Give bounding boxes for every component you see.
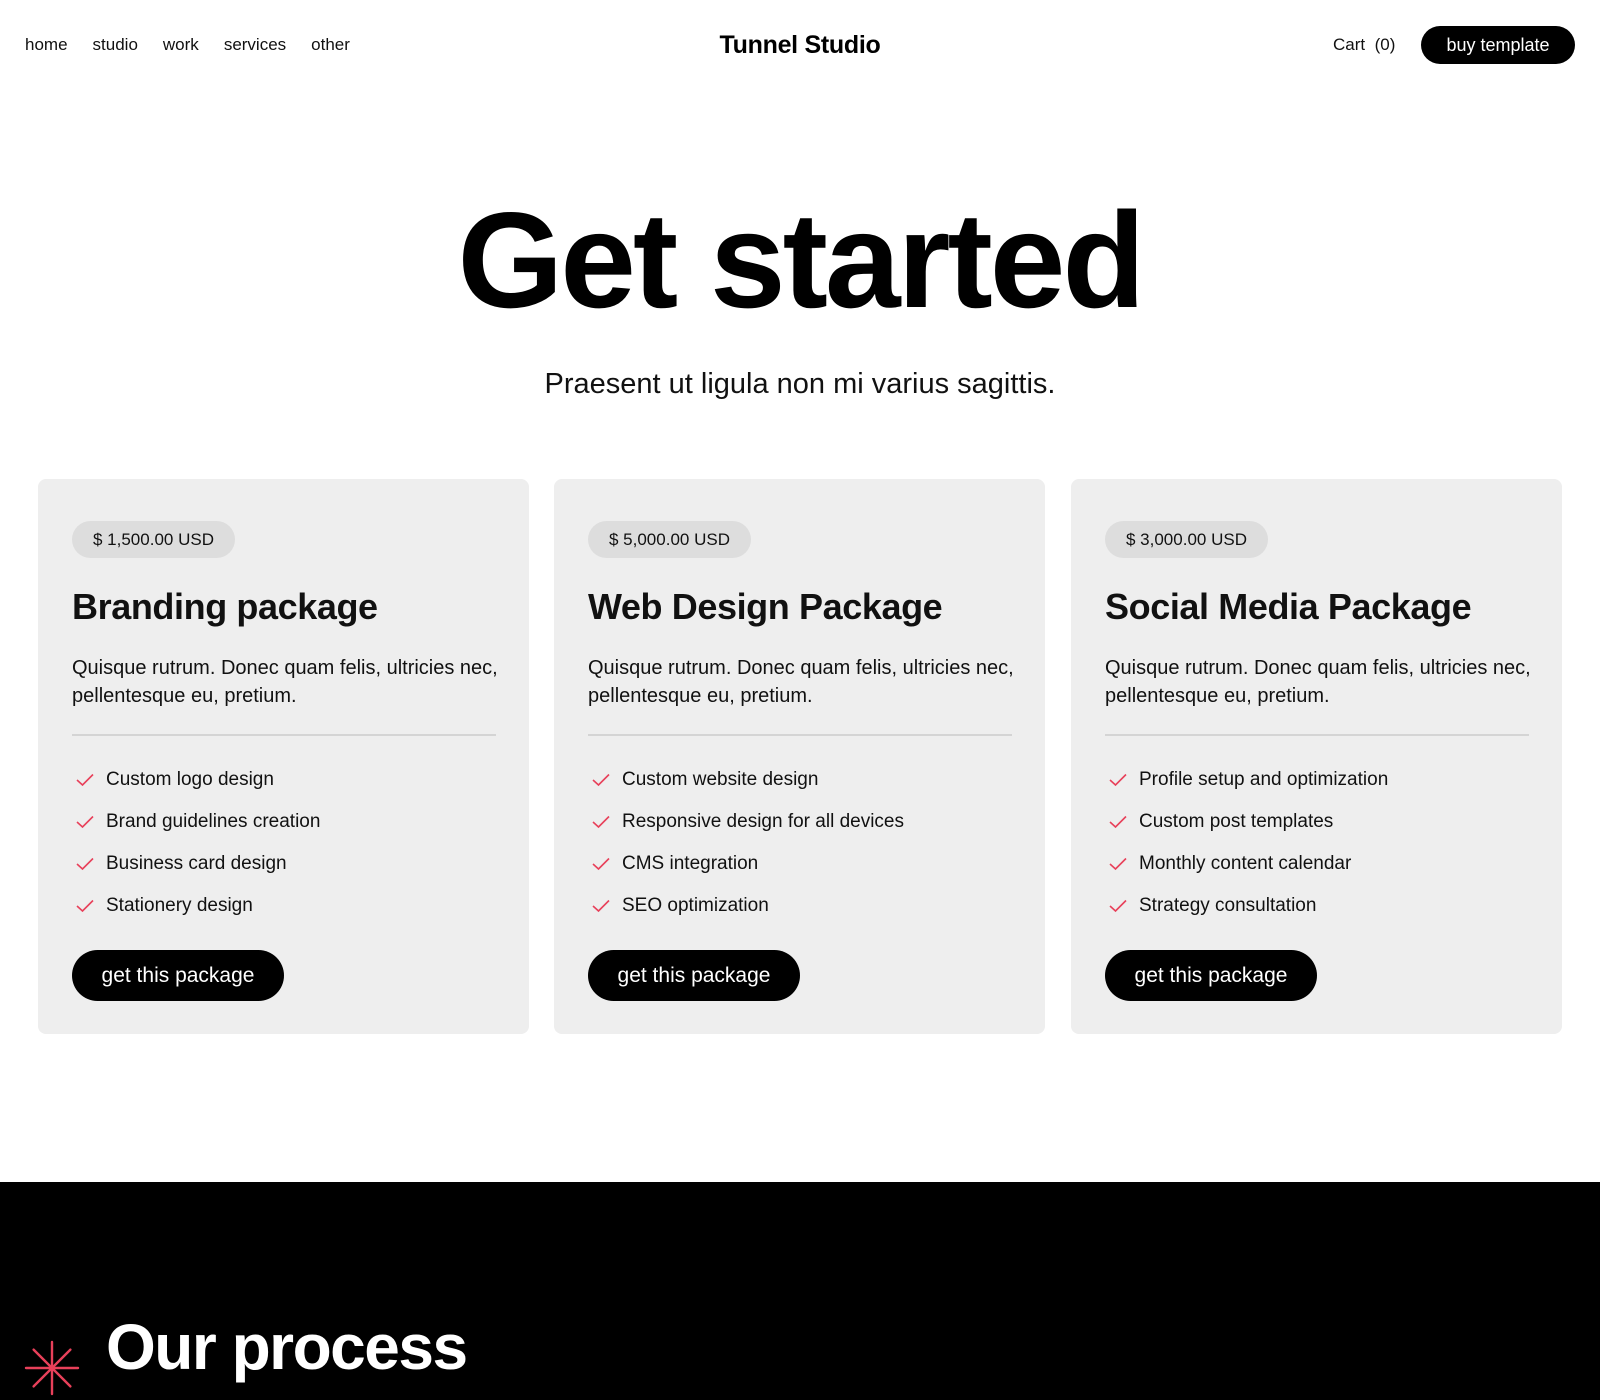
pricing-card-web-design: $ 5,000.00 USD Web Design Package Quisqu…	[554, 479, 1045, 1034]
feature-label: CMS integration	[622, 853, 759, 874]
feature-label: Custom website design	[622, 769, 819, 790]
check-icon	[592, 815, 610, 829]
package-title: Branding package	[72, 586, 378, 627]
divider	[72, 734, 496, 736]
feature-list: Profile setup and optimization Custom po…	[1105, 759, 1388, 927]
check-icon	[592, 857, 610, 871]
check-icon	[76, 773, 94, 787]
feature-item: Custom logo design	[72, 759, 320, 801]
package-title: Web Design Package	[588, 586, 943, 627]
pricing-card-social-media: $ 3,000.00 USD Social Media Package Quis…	[1071, 479, 1562, 1034]
feature-item: Strategy consultation	[1105, 885, 1388, 927]
cart-count: (0)	[1374, 35, 1396, 54]
feature-item: Custom website design	[588, 759, 904, 801]
feature-item: Brand guidelines creation	[72, 801, 320, 843]
check-icon	[1109, 857, 1127, 871]
check-icon	[1109, 899, 1127, 913]
page-title: Get started	[457, 184, 1146, 336]
feature-item: Business card design	[72, 843, 320, 885]
feature-item: CMS integration	[588, 843, 904, 885]
feature-label: Brand guidelines creation	[106, 811, 321, 832]
price-badge: $ 5,000.00 USD	[588, 521, 751, 558]
site-header: home studio work services other Tunnel S…	[0, 0, 1600, 90]
check-icon	[592, 773, 610, 787]
check-icon	[76, 815, 94, 829]
divider	[588, 734, 1012, 736]
feature-item: SEO optimization	[588, 885, 904, 927]
check-icon	[76, 899, 94, 913]
feature-label: Profile setup and optimization	[1139, 769, 1389, 790]
pricing-card-branding: $ 1,500.00 USD Branding package Quisque …	[38, 479, 529, 1034]
feature-label: SEO optimization	[622, 895, 769, 916]
check-icon	[76, 857, 94, 871]
divider	[1105, 734, 1529, 736]
feature-item: Responsive design for all devices	[588, 801, 904, 843]
feature-list: Custom logo design Brand guidelines crea…	[72, 759, 320, 927]
get-package-button[interactable]: get this package	[72, 950, 284, 1001]
package-description: Quisque rutrum. Donec quam felis, ultric…	[1105, 657, 1531, 707]
package-title: Social Media Package	[1105, 586, 1472, 627]
section-title: Our process	[106, 1311, 468, 1383]
feature-label: Custom logo design	[106, 769, 274, 790]
page-subtitle: Praesent ut ligula non mi varius sagitti…	[544, 368, 1056, 400]
feature-item: Monthly content calendar	[1105, 843, 1388, 885]
feature-item: Stationery design	[72, 885, 320, 927]
get-package-button[interactable]: get this package	[1105, 950, 1317, 1001]
price-badge: $ 3,000.00 USD	[1105, 521, 1268, 558]
cart-label: Cart	[1333, 35, 1366, 54]
feature-label: Custom post templates	[1139, 811, 1334, 832]
feature-label: Strategy consultation	[1139, 895, 1317, 916]
get-package-button[interactable]: get this package	[588, 950, 800, 1001]
buy-template-button[interactable]: buy template	[1421, 26, 1575, 64]
check-icon	[1109, 773, 1127, 787]
check-icon	[592, 899, 610, 913]
asterisk-icon	[24, 1340, 80, 1396]
package-description: Quisque rutrum. Donec quam felis, ultric…	[588, 657, 1014, 707]
process-section: Our process	[0, 1182, 1600, 1400]
feature-list: Custom website design Responsive design …	[588, 759, 904, 927]
feature-label: Stationery design	[106, 895, 253, 916]
check-icon	[1109, 815, 1127, 829]
feature-label: Responsive design for all devices	[622, 811, 904, 832]
feature-label: Business card design	[106, 853, 287, 874]
package-description: Quisque rutrum. Donec quam felis, ultric…	[72, 657, 498, 707]
feature-label: Monthly content calendar	[1139, 853, 1352, 874]
feature-item: Profile setup and optimization	[1105, 759, 1388, 801]
cart-link[interactable]: Cart (0)	[1333, 33, 1395, 57]
feature-item: Custom post templates	[1105, 801, 1388, 843]
price-badge: $ 1,500.00 USD	[72, 521, 235, 558]
